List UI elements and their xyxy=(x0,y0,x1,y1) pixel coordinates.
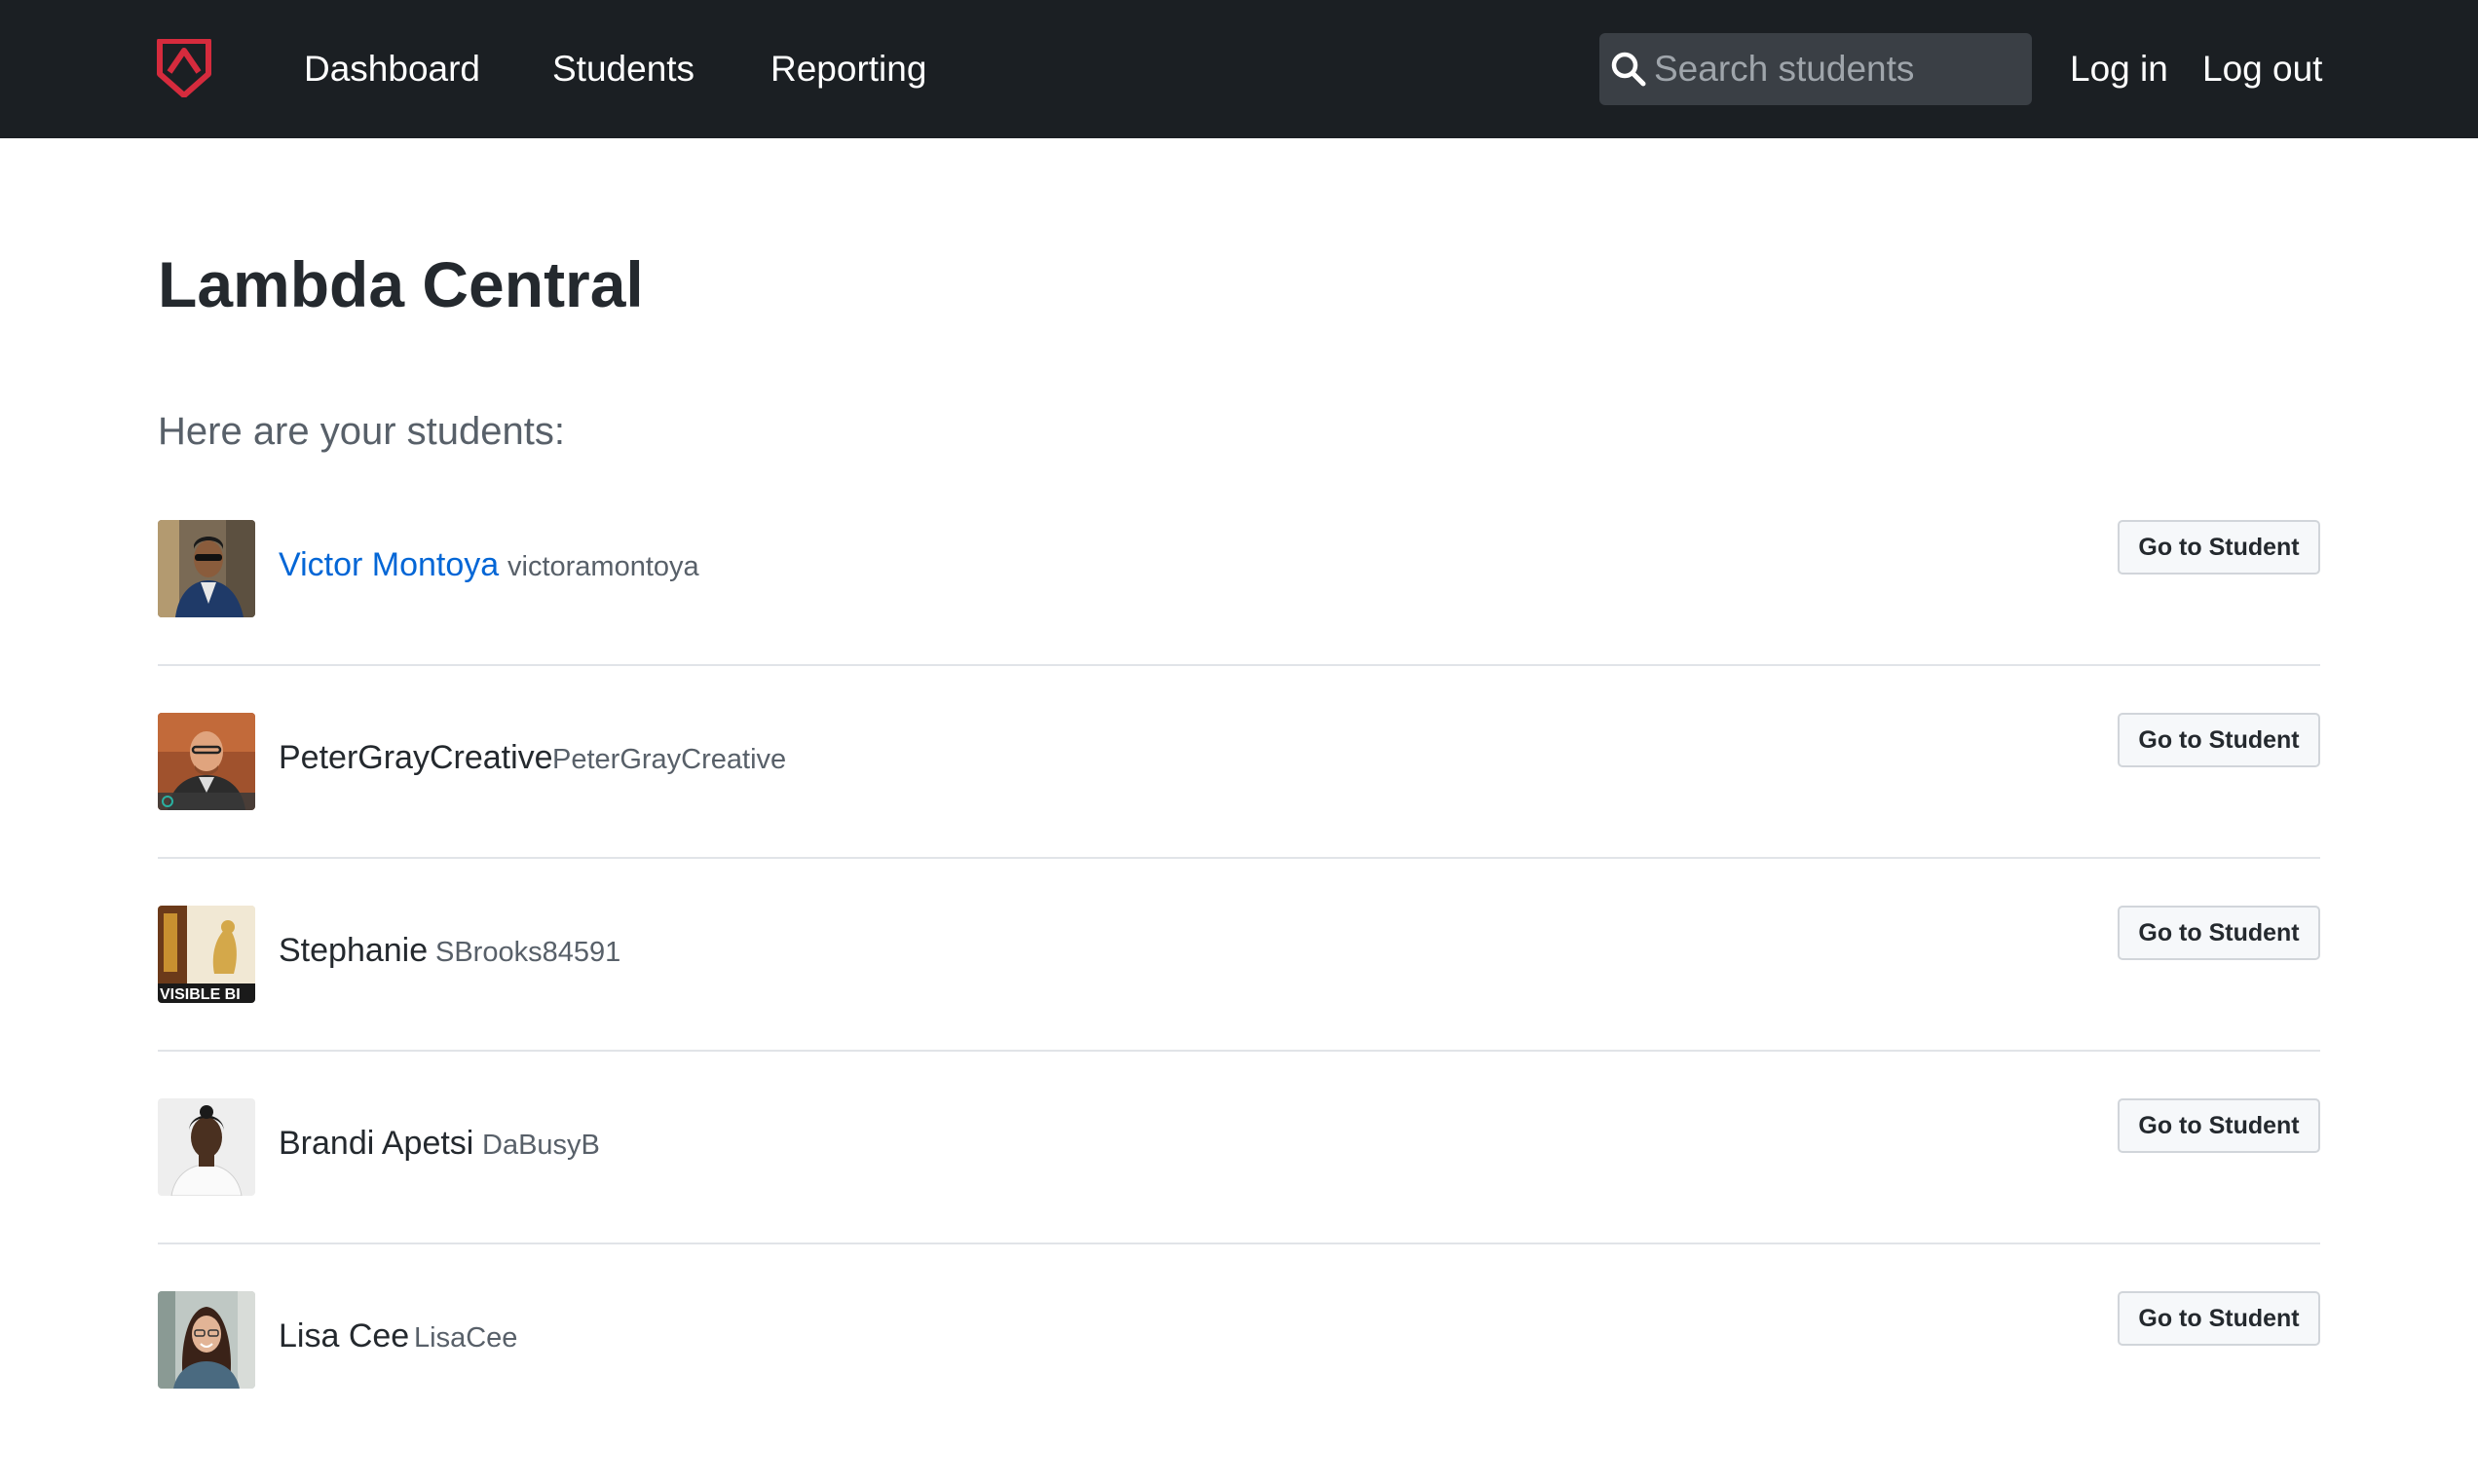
row-divider xyxy=(158,857,2320,859)
student-avatar[interactable] xyxy=(158,713,255,810)
go-to-student-button[interactable]: Go to Student xyxy=(2118,1291,2320,1346)
search-icon xyxy=(1611,52,1646,87)
go-to-student-button[interactable]: Go to Student xyxy=(2118,520,2320,575)
nav-dashboard[interactable]: Dashboard xyxy=(304,47,480,92)
nav-students[interactable]: Students xyxy=(552,47,695,92)
lambda-shield-icon[interactable] xyxy=(156,39,212,97)
nav-reporting[interactable]: Reporting xyxy=(770,47,926,92)
row-divider xyxy=(158,1243,2320,1244)
page-title: Lambda Central xyxy=(158,248,644,320)
row-divider xyxy=(158,664,2320,666)
go-to-student-button[interactable]: Go to Student xyxy=(2118,1098,2320,1153)
login-link[interactable]: Log in xyxy=(2070,47,2168,92)
search-box xyxy=(1599,33,2032,105)
row-divider xyxy=(158,1050,2320,1052)
student-avatar[interactable] xyxy=(158,520,255,617)
students-subtitle: Here are your students: xyxy=(158,410,565,453)
student-row: Victor Montoya victoramontoya Go to Stud… xyxy=(158,520,2320,713)
top-navbar: Dashboard Students Reporting Log in Log … xyxy=(0,0,2478,138)
go-to-student-button[interactable]: Go to Student xyxy=(2118,906,2320,960)
student-username: SBrooks84591 xyxy=(435,937,621,968)
student-name[interactable]: Victor Montoya xyxy=(279,543,499,586)
student-name[interactable]: Brandi Apetsi xyxy=(279,1122,473,1165)
student-username: PeterGrayCreative xyxy=(552,744,787,775)
student-row: VISIBLE BI Stephanie SBrooks84591 Go to … xyxy=(158,906,2320,1098)
go-to-student-button[interactable]: Go to Student xyxy=(2118,713,2320,767)
student-avatar[interactable] xyxy=(158,1098,255,1196)
student-row: Lisa Cee LisaCee Go to Student xyxy=(158,1291,2320,1484)
student-avatar[interactable]: VISIBLE BI xyxy=(158,906,255,1003)
logout-link[interactable]: Log out xyxy=(2202,47,2322,92)
student-username: victoramontoya xyxy=(507,551,699,582)
student-row: PeterGrayCreative PeterGrayCreative Go t… xyxy=(158,713,2320,906)
student-name[interactable]: PeterGrayCreative xyxy=(279,736,553,779)
student-username: DaBusyB xyxy=(482,1130,600,1161)
student-avatar[interactable] xyxy=(158,1291,255,1389)
student-name[interactable]: Lisa Cee xyxy=(279,1315,409,1357)
search-input[interactable] xyxy=(1654,33,2024,105)
student-username: LisaCee xyxy=(414,1322,518,1354)
avatar-caption: VISIBLE BI xyxy=(160,986,241,1003)
student-row: Brandi Apetsi DaBusyB Go to Student xyxy=(158,1098,2320,1291)
student-name[interactable]: Stephanie xyxy=(279,929,428,972)
